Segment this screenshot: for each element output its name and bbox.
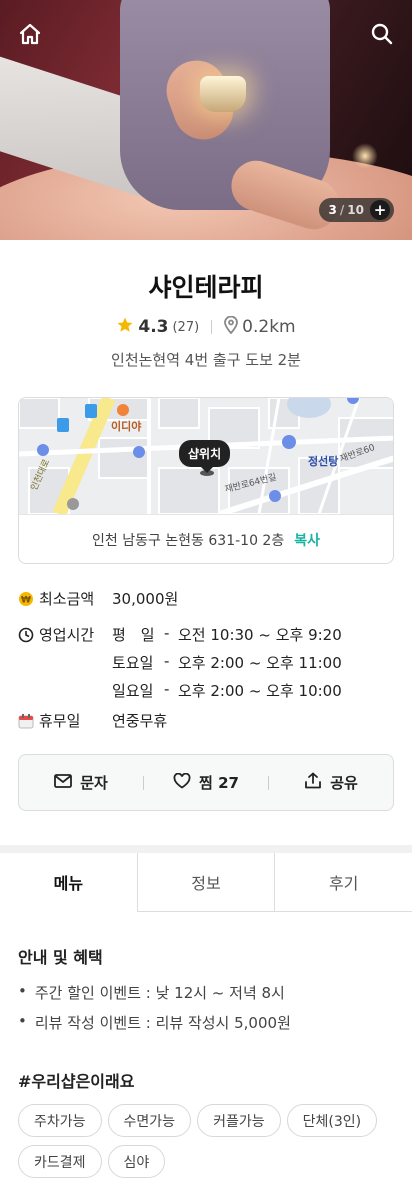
hours-dash: - — [164, 624, 170, 642]
hours-saturday: 토요일 - 오후 2:00 ~ 오후 11:00 — [112, 652, 342, 673]
message-button[interactable]: 문자 — [19, 772, 143, 793]
location-pin-icon — [224, 315, 239, 338]
map-card[interactable]: 이디야 정선탕 재반로64번길 재반로60 인천대로 샵위치 인천 남동구 논현… — [18, 397, 394, 564]
hours-dash: - — [164, 680, 170, 698]
image-counter-total: 10 — [347, 203, 364, 217]
heart-icon — [173, 772, 191, 793]
shop-info: ₩ 최소금액 30,000원 영업시간 평 일 - 오전 10:30 ~ 오후 … — [18, 588, 398, 740]
tag-sleep[interactable]: 수면가능 — [107, 1104, 192, 1137]
svg-text:₩: ₩ — [21, 595, 31, 605]
hours-dash: - — [164, 652, 170, 670]
image-counter-separator: / — [339, 203, 345, 217]
min-price-label: 최소금액 — [39, 590, 95, 608]
benefits-title: 안내 및 혜택 — [18, 948, 103, 967]
hours-list: 평 일 - 오전 10:30 ~ 오후 9:20 토요일 - 오후 2:00 ~… — [112, 624, 342, 701]
rating-divider — [211, 320, 213, 334]
address-row: 인천 남동구 논현동 631-10 2층 복사 — [19, 514, 393, 563]
home-icon — [18, 22, 42, 50]
like-label: 찜 27 — [199, 774, 239, 792]
min-price-value: 30,000원 — [112, 590, 179, 608]
share-icon — [304, 772, 322, 793]
hours-time: 오후 2:00 ~ 오후 10:00 — [178, 682, 342, 700]
won-coin-icon: ₩ — [18, 591, 34, 607]
search-icon — [370, 22, 394, 50]
like-button[interactable]: 찜 27 — [144, 772, 268, 793]
map-pin[interactable]: 샵위치 — [179, 440, 231, 473]
benefit-item: • 리뷰 작성 이벤트 : 리뷰 작성시 5,000원 — [18, 1012, 398, 1033]
hero-photo-light — [352, 143, 378, 169]
image-counter-current: 3 — [328, 203, 337, 217]
benefits-section: 안내 및 혜택 • 주간 할인 이벤트 : 낮 12시 ~ 저녁 8시 • 리뷰… — [18, 944, 398, 1042]
home-button[interactable] — [16, 22, 44, 50]
benefit-text: 리뷰 작성 이벤트 : 리뷰 작성시 5,000원 — [34, 1014, 291, 1032]
subway-directions: 인천논현역 4번 출구 도보 2분 — [111, 351, 301, 369]
tab-reviews[interactable]: 후기 — [274, 853, 412, 912]
address-text: 인천 남동구 논현동 631-10 2층 — [92, 532, 285, 549]
feature-tags: 주차가능 수면가능 커플가능 단체(3인) 카드결제 심야 — [18, 1104, 394, 1178]
tag-couple[interactable]: 커플가능 — [197, 1104, 281, 1137]
tag-parking[interactable]: 주차가능 — [18, 1104, 102, 1137]
bullet-dot: • — [18, 982, 27, 1000]
review-count: (27) — [172, 319, 200, 335]
tab-menu[interactable]: 메뉴 — [0, 853, 137, 912]
clock-icon — [18, 627, 34, 643]
closed-row: 휴무일 연중무휴 — [18, 710, 398, 740]
map-view[interactable]: 이디야 정선탕 재반로64번길 재반로60 인천대로 샵위치 — [19, 398, 393, 514]
share-button[interactable]: 공유 — [269, 772, 393, 793]
min-price-label-wrap: ₩ 최소금액 — [18, 588, 112, 609]
closed-label: 휴무일 — [39, 712, 81, 730]
benefit-item: • 주간 할인 이벤트 : 낮 12시 ~ 저녁 8시 — [18, 982, 398, 1003]
shop-name: 샤인테라피 — [148, 273, 264, 302]
more-images-button[interactable]: + — [370, 200, 390, 220]
envelope-icon — [54, 773, 73, 793]
hero-image[interactable]: 3 / 10 + — [0, 0, 412, 240]
closed-label-wrap: 휴무일 — [18, 710, 112, 731]
hero-photo-candle — [200, 76, 246, 112]
rating-score: 4.3 — [138, 317, 169, 337]
closed-value: 연중무휴 — [112, 712, 168, 730]
hours-time: 오전 10:30 ~ 오후 9:20 — [178, 626, 342, 644]
hours-label-wrap: 영업시간 — [18, 624, 112, 645]
map-label-ediya: 이디야 — [111, 420, 142, 433]
hours-row: 영업시간 평 일 - 오전 10:30 ~ 오후 9:20 토요일 - 오후 2… — [18, 624, 398, 710]
hours-sunday: 일요일 - 오후 2:00 ~ 오후 10:00 — [112, 680, 342, 701]
section-divider — [0, 845, 412, 853]
image-counter[interactable]: 3 / 10 + — [318, 198, 394, 222]
calendar-icon — [18, 713, 34, 729]
tag-card-payment[interactable]: 카드결제 — [18, 1145, 102, 1178]
share-label: 공유 — [330, 774, 358, 792]
hours-label: 영업시간 — [39, 626, 95, 644]
tab-info[interactable]: 정보 — [136, 853, 275, 912]
hours-day: 평 일 — [112, 626, 155, 644]
rating-row: 4.3 (27) 0.2km — [0, 315, 412, 338]
bullet-dot: • — [18, 1012, 27, 1030]
distance: 0.2km — [242, 317, 296, 337]
tags-title: #우리샵은이래요 — [18, 1072, 135, 1091]
tag-group[interactable]: 단체(3인) — [286, 1104, 378, 1137]
star-icon — [116, 316, 134, 338]
search-button[interactable] — [368, 22, 396, 50]
content-tabs: 메뉴 정보 후기 — [0, 853, 412, 912]
map-label-jeongseon: 정선탕 — [308, 455, 339, 468]
benefit-text: 주간 할인 이벤트 : 낮 12시 ~ 저녁 8시 — [34, 984, 285, 1002]
action-bar: 문자 찜 27 공유 — [18, 754, 394, 811]
hours-day: 일요일 — [112, 682, 154, 700]
hours-day: 토요일 — [112, 654, 154, 672]
tag-late-night[interactable]: 심야 — [107, 1145, 166, 1178]
copy-address-button[interactable]: 복사 — [294, 530, 320, 550]
min-price-row: ₩ 최소금액 30,000원 — [18, 588, 398, 624]
message-label: 문자 — [80, 774, 108, 792]
hours-weekday: 평 일 - 오전 10:30 ~ 오후 9:20 — [112, 624, 342, 645]
hours-time: 오후 2:00 ~ 오후 11:00 — [178, 654, 342, 672]
